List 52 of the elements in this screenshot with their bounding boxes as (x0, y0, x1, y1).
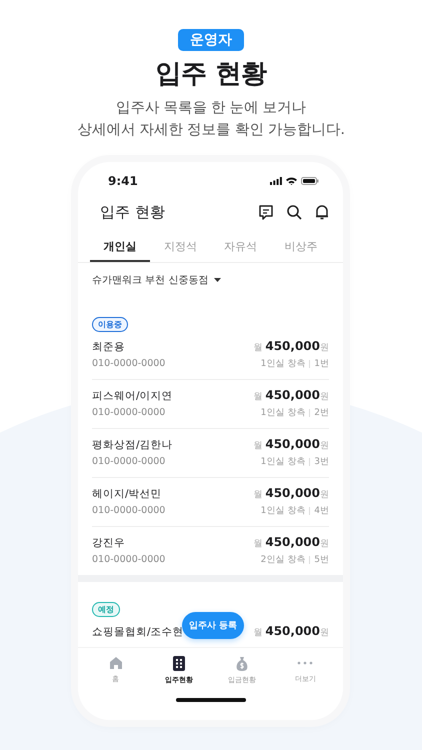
home-icon (108, 656, 123, 670)
seat-number: 2번 (314, 407, 329, 419)
subtitle-line: 입주사 목록을 한 눈에 보거나 (114, 99, 308, 118)
screen-title: 입주 현황 (100, 202, 165, 222)
room-type: 1인실 창측 (260, 456, 306, 468)
status-time: 9:41 (108, 174, 138, 188)
tab[interactable]: 개인실 (90, 232, 150, 262)
monthly-fee: 월 450,000원 (253, 486, 329, 501)
monthly-fee: 월 450,000원 (253, 388, 329, 403)
tenant-name: 강진우 (92, 536, 125, 550)
tab[interactable]: 자유석 (210, 232, 271, 262)
phone-number: 010-0000-0000 (92, 407, 166, 418)
status-badge: 예정 (92, 602, 120, 617)
home-indicator (176, 698, 246, 702)
room-type: 1인실 창측 (260, 505, 306, 517)
branch-selector[interactable]: 슈가맨워크 부천 신중동점 (78, 263, 343, 297)
tenant-name: 평화상점/김한나 (92, 438, 173, 452)
phone-number: 010-0000-0000 (92, 554, 166, 565)
bell-icon[interactable] (314, 204, 330, 220)
room-type: 1인실 창측 (260, 358, 306, 370)
phone-number: 010-0000-0000 (92, 505, 166, 516)
caret-icon (214, 278, 222, 282)
wifi-icon (286, 177, 297, 185)
seat-number: 5번 (314, 554, 329, 566)
phone-number: 010-0000-0000 (92, 456, 166, 467)
tenant-name: 쇼핑몰협회/조수현 (92, 625, 184, 639)
signal-icon (270, 177, 282, 185)
headline: 입주 현황 (156, 58, 266, 91)
battery-icon (301, 177, 319, 185)
tenant-name: 최준용 (92, 340, 125, 354)
monthly-fee: 월 450,000원 (253, 535, 329, 550)
tab[interactable]: 지정석 (150, 232, 210, 262)
monthly-fee: 월 450,000원 (253, 339, 329, 354)
monthly-fee: 월 450,000원 (253, 437, 329, 452)
tenant-name: 피스웨어/이지연 (92, 389, 173, 403)
seat-number: 1번 (314, 358, 329, 370)
seat-number: 4번 (314, 505, 329, 517)
search-icon[interactable] (286, 204, 302, 220)
register-tenant-button[interactable]: 입주사 등록 (182, 612, 244, 639)
building-icon (172, 656, 185, 670)
seat-number: 3번 (314, 456, 329, 468)
status-badge: 이용중 (92, 317, 128, 332)
room-type: 1인실 창측 (260, 407, 306, 419)
tenant-name: 헤이지/박선민 (92, 487, 162, 501)
role-badge: 운영자 (178, 29, 244, 51)
monthly-fee: 월 450,000원 (253, 624, 329, 639)
subtitle-line: 상세에서 자세한 정보를 확인 가능합니다. (77, 121, 345, 140)
tab[interactable]: 비상주 (270, 232, 331, 262)
money-bag-icon (235, 656, 250, 670)
room-type: 2인실 창측 (260, 554, 306, 566)
message-icon[interactable] (258, 204, 274, 220)
phone-number: 010-0000-0000 (92, 358, 166, 369)
